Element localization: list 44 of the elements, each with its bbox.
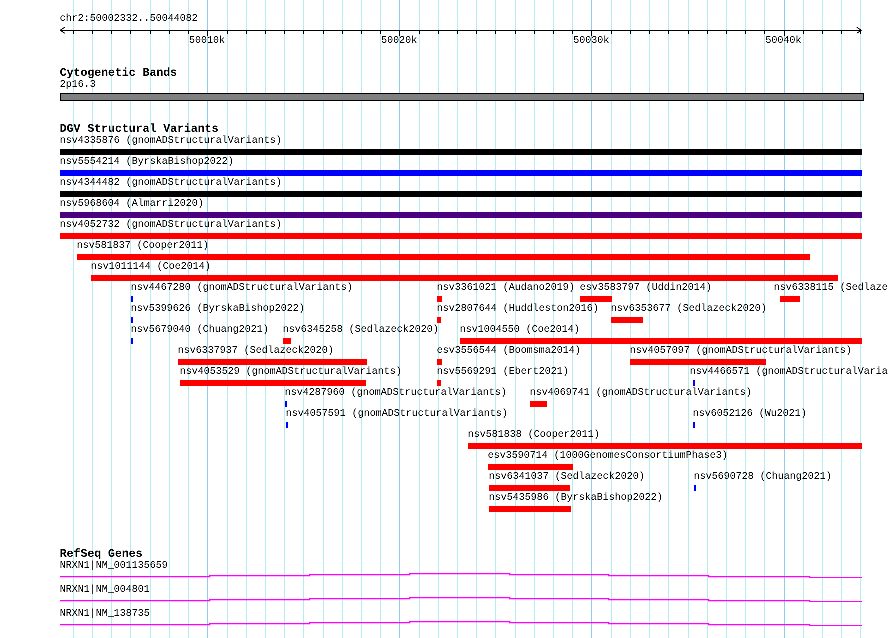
variant-label: nsv1011144 (Coe2014) <box>91 262 212 274</box>
variant-label: esv3583797 (Uddin2014) <box>580 283 712 295</box>
variant-label: nsv5679040 (Chuang2021) <box>130 325 270 337</box>
track-title: Cytogenetic Bands <box>60 68 178 80</box>
variant-label: nsv4467280 (gnomADStructuralVariants) <box>130 283 354 295</box>
transcript-label: NRXN1|NM_138735 <box>60 609 150 621</box>
tick-label: 50040k <box>766 36 802 48</box>
variant-label: nsv4057591 (gnomADStructuralVariants) <box>286 409 508 421</box>
variant-label: esv3556544 (Boomsma2014) <box>437 346 582 358</box>
variant-label: nsv2807644 (Huddleston2016) <box>437 304 600 316</box>
variant-label: nsv581837 (Cooper2011) <box>77 241 210 253</box>
variant-label: nsv3361021 (Audano2019) <box>437 283 576 295</box>
variant-label: nsv4052732 (gnomADStructuralVariants) <box>60 220 282 232</box>
variant-label: nsv6353677 (Sedlazeck2020) <box>611 304 768 316</box>
location-label: chr2:50002332..50044082 <box>60 14 200 26</box>
variant-label: nsv5399626 (ByrskaBishop2022) <box>130 304 306 316</box>
variant-label: nsv1004550 (Coe2014) <box>460 325 580 337</box>
track-title: RefSeq Genes <box>60 549 143 561</box>
transcript-label: NRXN1|NM_004801 <box>60 585 150 597</box>
variant-label: nsv6338115 (Sedlaze <box>774 283 888 295</box>
variant-label: nsv6345258 (Sedlazeck2020) <box>283 325 440 337</box>
variant-label: nsv4335876 (gnomADStructuralVariants) <box>60 136 282 148</box>
variant-label: nsv5435986 (ByrskaBishop2022) <box>489 493 664 505</box>
variant-label: nsv5690728 (Chuang2021) <box>694 472 832 484</box>
variant-label: nsv4053529 (gnomADStructuralVariants) <box>180 367 402 379</box>
variant-label: nsv4057097 (gnomADStructuralVariants) <box>630 346 852 358</box>
variant-label: nsv4069741 (gnomADStructuralVariants) <box>530 388 752 400</box>
track-title: DGV Structural Variants <box>60 124 219 136</box>
transcript-label: NRXN1|NM_001135659 <box>60 561 168 573</box>
variant-label: nsv5569291 (Ebert2021) <box>437 367 570 379</box>
variant-label: nsv6341037 (Sedlazeck2020) <box>489 472 646 484</box>
tick-label: 50030k <box>573 36 610 48</box>
variant-label: nsv6052126 (Wu2021) <box>693 409 808 421</box>
band-label: 2p16.3 <box>60 80 96 92</box>
variant-label: nsv6337937 (Sedlazeck2020) <box>178 346 334 358</box>
variant-label: nsv4344482 (gnomADStructuralVariants) <box>60 178 282 190</box>
variant-label: nsv4466571 (gnomADStructuralVaria <box>690 367 888 379</box>
variant-label: nsv581838 (Cooper2011) <box>468 430 600 442</box>
variant-label: nsv5968604 (Almarri2020) <box>60 199 204 211</box>
tick-label: 50020k <box>381 36 418 48</box>
variant-label: esv3590714 (1000GenomesConsortiumPhase3) <box>488 451 728 463</box>
tick-label: 50010k <box>189 36 226 48</box>
variant-label: nsv4287960 (gnomADStructuralVariants) <box>285 388 508 400</box>
variant-label: nsv5554214 (ByrskaBishop2022) <box>60 157 234 169</box>
